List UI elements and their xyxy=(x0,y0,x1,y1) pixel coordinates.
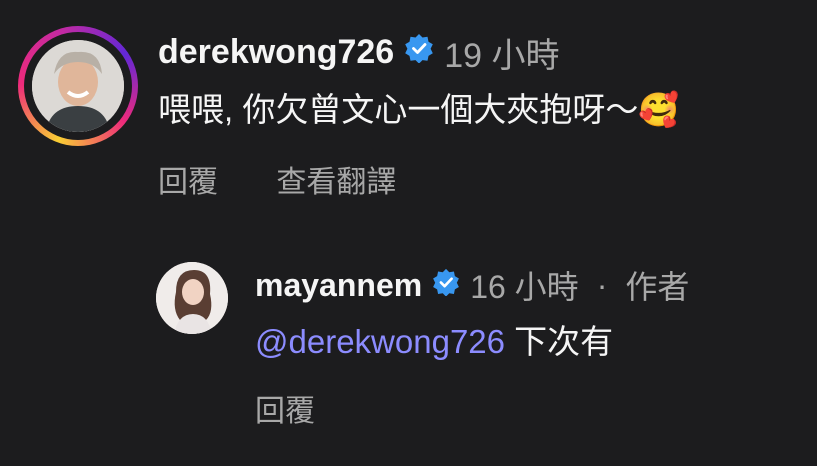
reply-body: 下次有 xyxy=(505,323,614,360)
timestamp: 16 小時 xyxy=(470,269,579,305)
reply-actions: 回覆 xyxy=(255,392,365,432)
verified-badge-icon xyxy=(404,33,434,72)
avatar-derekwong726[interactable] xyxy=(32,40,124,132)
reply-button[interactable]: 回覆 xyxy=(255,395,315,428)
timestamp: 19 小時 xyxy=(444,36,560,75)
mention-link[interactable]: @derekwong726 xyxy=(255,323,505,360)
verified-badge-icon xyxy=(432,267,460,304)
story-ring[interactable] xyxy=(18,26,138,146)
separator: · xyxy=(596,266,608,303)
comment-body: 喂喂, 你欠曾文心一個大夾抱呀～ xyxy=(158,91,639,128)
avatar-mayannem[interactable] xyxy=(156,262,228,334)
comment-text: 喂喂, 你欠曾文心一個大夾抱呀～🥰 xyxy=(158,88,679,132)
reply-button[interactable]: 回覆 xyxy=(158,166,218,199)
reply-text: @derekwong726 下次有 xyxy=(255,320,613,364)
username[interactable]: mayannem xyxy=(255,267,422,304)
comment-actions: 回覆 查看翻譯 xyxy=(158,163,446,203)
smiling-hearts-emoji: 🥰 xyxy=(638,91,680,128)
translate-button[interactable]: 查看翻譯 xyxy=(276,166,396,199)
author-tag: 作者 xyxy=(625,269,690,305)
reply-meta: mayannem 16 小時 · 作者 xyxy=(255,264,689,306)
comment-meta: derekwong726 19 小時 xyxy=(158,30,560,75)
username[interactable]: derekwong726 xyxy=(158,33,394,72)
